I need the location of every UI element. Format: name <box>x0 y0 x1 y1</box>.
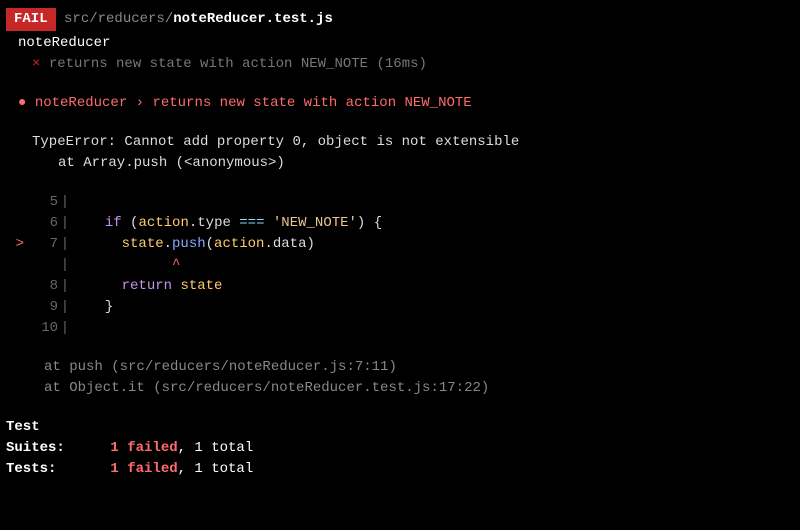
stack-frame: at Object.it (src/reducers/noteReducer.t… <box>44 378 794 399</box>
test-title: returns new state with action NEW_NOTE <box>49 56 368 72</box>
fail-x-icon: × <box>32 56 40 72</box>
failure-sep: › <box>136 95 144 111</box>
file-path-name: noteReducer.test.js <box>173 11 333 27</box>
error-stack-top: at Array.push (<anonymous>) <box>58 153 794 174</box>
test-summary: Test Suites: 1 failed, 1 total Tests: 1 … <box>6 417 794 480</box>
stack-trace: at push (src/reducers/noteReducer.js:7:1… <box>6 357 794 399</box>
test-file-header: FAIL src/reducers/noteReducer.test.js <box>6 8 794 31</box>
code-line: 8| return state <box>6 276 794 297</box>
error-caret-line: | ^ <box>6 255 794 276</box>
summary-tests: Tests: 1 failed, 1 total <box>6 459 794 480</box>
failure-test: returns new state with action NEW_NOTE <box>152 95 471 111</box>
file-path-dir: src/reducers/ <box>64 11 173 27</box>
code-frame: 5| 6| if (action.type === 'NEW_NOTE') { … <box>6 192 794 339</box>
suite-name: noteReducer <box>18 33 794 54</box>
failure-heading: ● noteReducer › returns new state with a… <box>18 93 794 114</box>
error-message: TypeError: Cannot add property 0, object… <box>32 132 794 153</box>
fail-badge: FAIL <box>6 8 56 31</box>
caret-icon: ^ <box>172 257 180 273</box>
code-line: 9| } <box>6 297 794 318</box>
failure-suite: noteReducer <box>35 95 127 111</box>
code-line-current: >7| state.push(action.data) <box>6 234 794 255</box>
chevron-right-icon: > <box>6 234 24 255</box>
summary-suites: Test Suites: 1 failed, 1 total <box>6 417 794 459</box>
code-line: 6| if (action.type === 'NEW_NOTE') { <box>6 213 794 234</box>
code-line: 5| <box>6 192 794 213</box>
failed-test-line: × returns new state with action NEW_NOTE… <box>6 54 794 75</box>
bullet-icon: ● <box>18 95 26 111</box>
stack-frame: at push (src/reducers/noteReducer.js:7:1… <box>44 357 794 378</box>
code-line: 10| <box>6 318 794 339</box>
test-timing: (16ms) <box>376 56 426 72</box>
